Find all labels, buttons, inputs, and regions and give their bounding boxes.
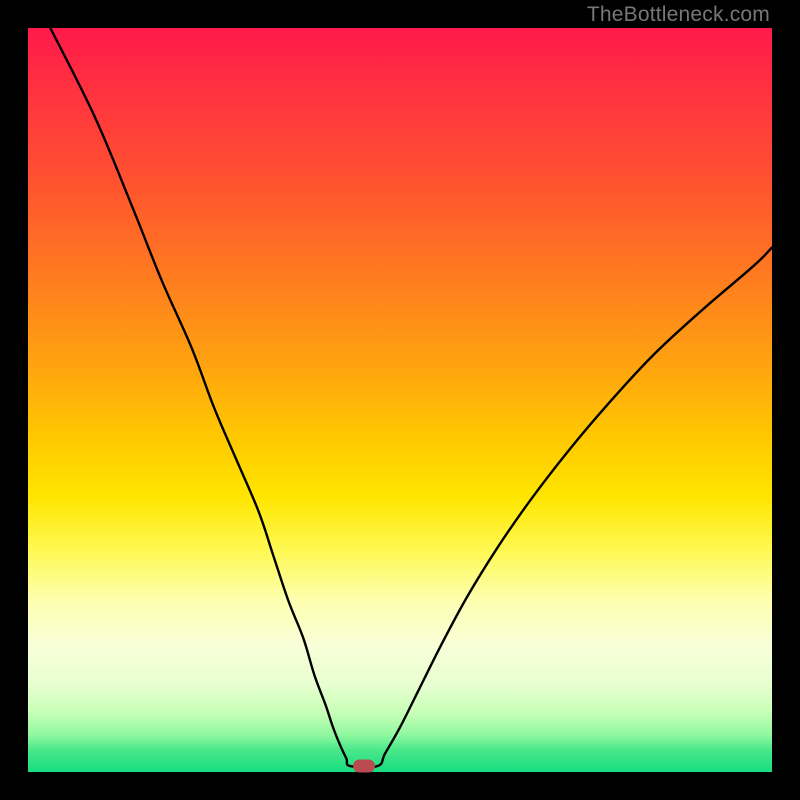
curve-svg [28,28,772,772]
bottleneck-marker [353,760,375,773]
chart-frame: TheBottleneck.com [0,0,800,800]
plot-area [28,28,772,772]
watermark-text: TheBottleneck.com [587,3,770,27]
bottleneck-curve [50,28,772,767]
